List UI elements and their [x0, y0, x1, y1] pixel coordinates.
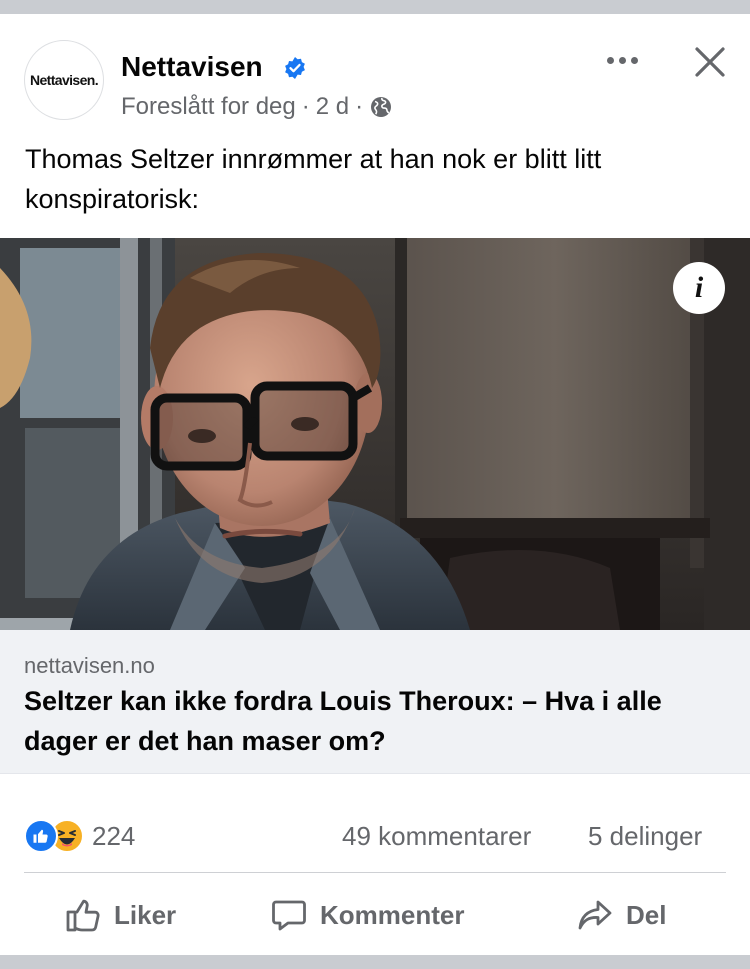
portrait-photo — [0, 238, 750, 630]
reactions-count: 224 — [92, 820, 136, 851]
share-button[interactable]: Del — [576, 892, 666, 938]
meta-separator: · — [355, 93, 364, 120]
share-label: Del — [626, 899, 667, 930]
speech-bubble-icon — [272, 900, 306, 931]
page-avatar[interactable]: Nettavisen. — [24, 40, 104, 120]
more-options-button[interactable] — [600, 48, 644, 72]
link-domain: nettavisen.no — [24, 653, 155, 678]
divider — [24, 872, 726, 873]
post-timestamp[interactable]: 2 d — [316, 92, 349, 122]
link-preview[interactable]: nettavisen.no Seltzer kan ikke fordra Lo… — [0, 630, 750, 774]
reactions-summary[interactable]: 224 — [24, 818, 135, 854]
suggested-label: Foreslått for deg — [121, 93, 296, 120]
shares-count[interactable]: 5 delinger — [588, 820, 702, 852]
post-meta: Foreslått for deg · 2 d · — [121, 92, 393, 122]
info-icon[interactable]: i — [673, 262, 725, 314]
post-text: Thomas Seltzer innrømmer at han nok er b… — [25, 144, 602, 214]
like-button[interactable]: Liker — [64, 892, 176, 938]
comment-label: Kommenter — [320, 899, 465, 930]
globe-icon — [371, 97, 392, 117]
like-label: Liker — [114, 899, 177, 930]
thumbs-up-icon — [66, 899, 100, 932]
close-icon[interactable] — [688, 40, 732, 84]
link-title: Seltzer kan ikke fordra Louis Theroux: –… — [24, 686, 662, 756]
comments-count[interactable]: 49 kommentarer — [342, 820, 531, 852]
more-horizontal-icon — [606, 56, 614, 64]
comment-button[interactable]: Kommenter — [270, 892, 464, 938]
avatar-logo-text: Nettavisen. — [29, 72, 99, 88]
verified-badge-icon — [285, 57, 305, 79]
post-photo[interactable]: i — [0, 238, 750, 630]
meta-separator: · — [301, 93, 310, 120]
page-name[interactable]: Nettavisen — [121, 50, 263, 84]
like-reaction-icon — [24, 819, 58, 853]
post-card: Nettavisen. Nettavisen Foreslått for deg… — [0, 14, 750, 955]
share-arrow-icon — [578, 900, 612, 930]
